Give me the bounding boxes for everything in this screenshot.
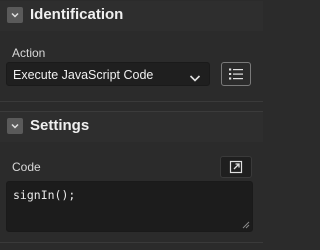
- identification-section-title: Identification: [30, 6, 124, 23]
- code-editor[interactable]: signIn();: [6, 181, 253, 232]
- section-divider: [0, 101, 263, 102]
- action-select[interactable]: Execute JavaScript Code: [6, 62, 210, 86]
- settings-section-header[interactable]: Settings: [0, 111, 263, 142]
- list-icon: [229, 68, 243, 80]
- expand-icon: [229, 160, 243, 174]
- action-select-value: Execute JavaScript Code: [13, 68, 154, 82]
- code-label: Code: [12, 160, 41, 174]
- panel-bottom-border: [0, 242, 263, 243]
- settings-section-title: Settings: [30, 117, 90, 134]
- identification-section-header[interactable]: Identification: [0, 1, 263, 31]
- code-expand-button[interactable]: [220, 156, 252, 178]
- action-list-button[interactable]: [221, 62, 251, 86]
- chevron-down-icon[interactable]: [7, 118, 23, 134]
- chevron-down-icon[interactable]: [7, 7, 23, 23]
- resize-handle-icon[interactable]: [242, 221, 250, 229]
- action-label: Action: [12, 46, 46, 60]
- chevron-down-icon: [189, 70, 201, 88]
- code-editor-text: signIn();: [13, 188, 76, 202]
